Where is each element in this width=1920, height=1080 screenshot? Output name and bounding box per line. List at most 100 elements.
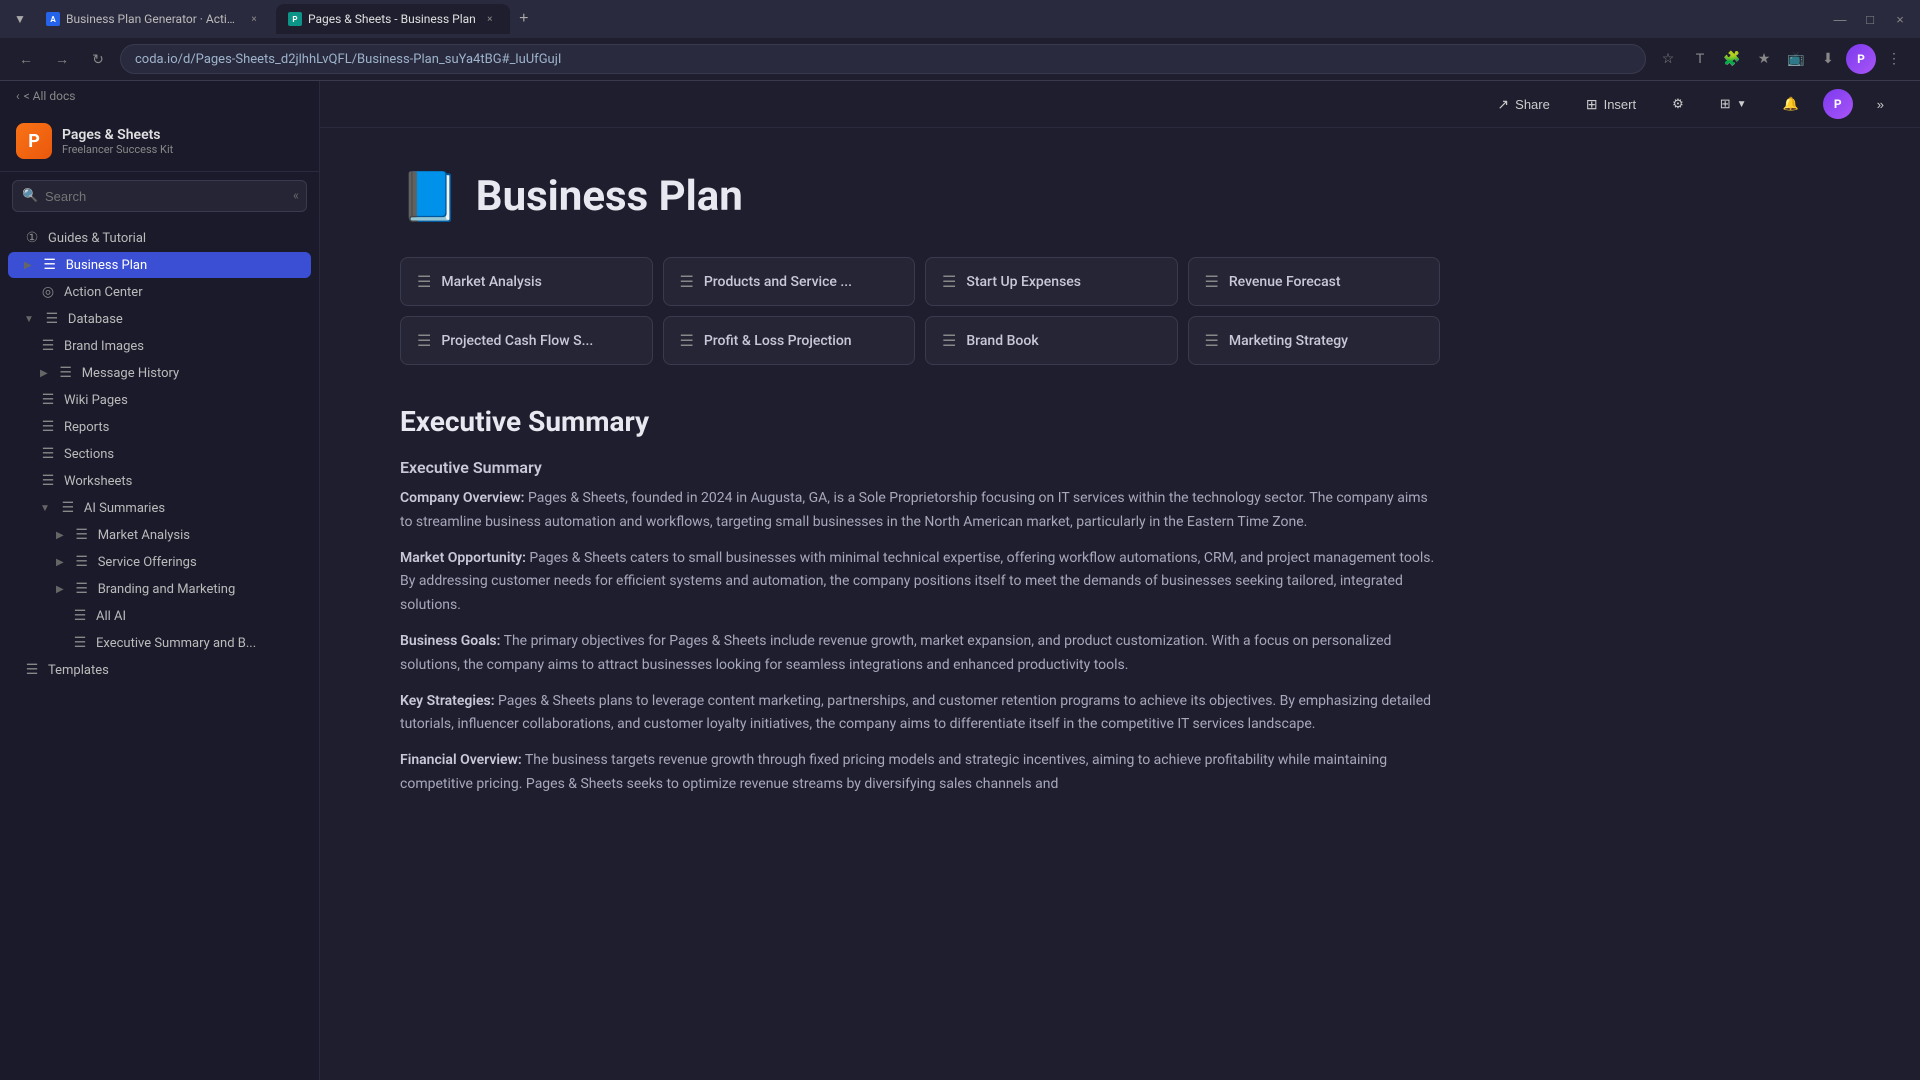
sidebar-header: P Pages & Sheets Freelancer Success Kit <box>0 111 319 172</box>
database-label: Database <box>68 312 295 327</box>
sidebar-item-message-history[interactable]: ▶ ☰ Message History <box>8 360 311 386</box>
templates-label: Templates <box>48 663 295 678</box>
tab-2-favicon: P <box>288 12 302 26</box>
collapse-sidebar-button[interactable]: » <box>1865 92 1896 117</box>
card-marketing-strategy[interactable]: ☰ Marketing Strategy <box>1188 316 1441 365</box>
card-revenue-forecast-label: Revenue Forecast <box>1229 274 1341 290</box>
sidebar-item-ai-summaries[interactable]: ▼ ☰ AI Summaries <box>8 495 311 521</box>
card-market-analysis[interactable]: ☰ Market Analysis <box>400 257 653 306</box>
search-input[interactable] <box>12 180 307 212</box>
business-plan-icon: ☰ <box>42 257 58 273</box>
card-marketing-strategy-label: Marketing Strategy <box>1229 333 1348 349</box>
para-company-overview-text: Pages & Sheets, founded in 2024 in Augus… <box>400 490 1428 530</box>
card-startup-expenses[interactable]: ☰ Start Up Expenses <box>925 257 1178 306</box>
branding-expand-icon: ▶ <box>56 584 64 595</box>
worksheets-label: Worksheets <box>64 474 295 489</box>
bell-button[interactable]: 🔔 <box>1771 91 1811 117</box>
service-offerings-expand-icon: ▶ <box>56 557 64 568</box>
reports-label: Reports <box>64 420 295 435</box>
address-bar: ← → ↻ coda.io/d/Pages-Sheets_d2jlhhLvQFL… <box>0 38 1920 80</box>
top-bar: ↗ Share ⊞ Insert ⚙ ⊞ ▼ 🔔 P » <box>320 81 1920 128</box>
business-plan-expand-icon: ▶ <box>24 260 32 271</box>
bookmark-icon[interactable]: ☆ <box>1654 44 1682 72</box>
cast-icon[interactable]: 📺 <box>1782 44 1810 72</box>
card-brand-book-icon: ☰ <box>942 331 956 350</box>
card-cash-flow-label: Projected Cash Flow S... <box>441 333 593 349</box>
sidebar-item-database[interactable]: ▼ ☰ Database <box>8 306 311 332</box>
new-tab-button[interactable]: + <box>512 7 536 31</box>
search-icon: 🔍 <box>22 189 38 204</box>
refresh-button[interactable]: ↻ <box>84 45 112 73</box>
card-brand-book[interactable]: ☰ Brand Book <box>925 316 1178 365</box>
minimize-button[interactable]: — <box>1828 7 1852 31</box>
layout-button[interactable]: ⊞ ▼ <box>1708 91 1759 117</box>
card-products-service[interactable]: ☰ Products and Service ... <box>663 257 916 306</box>
market-analysis-expand-icon: ▶ <box>56 530 64 541</box>
page-emoji: 📘 <box>400 168 460 225</box>
card-revenue-forecast[interactable]: ☰ Revenue Forecast <box>1188 257 1441 306</box>
browser-chrome: ▼ A Business Plan Generator · Actio... ×… <box>0 0 1920 81</box>
sidebar-item-business-plan[interactable]: ▶ ☰ Business Plan <box>8 252 311 278</box>
star-icon[interactable]: ★ <box>1750 44 1778 72</box>
back-to-all-docs[interactable]: ‹ < All docs <box>0 81 319 111</box>
extensions-icon[interactable]: 🧩 <box>1718 44 1746 72</box>
sidebar-item-reports[interactable]: ☰ Reports <box>8 414 311 440</box>
branding-icon: ☰ <box>74 581 90 597</box>
tab-1[interactable]: A Business Plan Generator · Actio... × <box>34 4 274 34</box>
sections-label: Sections <box>64 447 295 462</box>
back-arrow-icon: ‹ <box>16 89 20 103</box>
user-avatar[interactable]: P <box>1823 89 1853 119</box>
url-bar[interactable]: coda.io/d/Pages-Sheets_d2jlhhLvQFL/Busin… <box>120 44 1646 74</box>
forward-button[interactable]: → <box>48 45 76 73</box>
insert-button[interactable]: ⊞ Insert <box>1574 91 1648 118</box>
tab-1-favicon: A <box>46 12 60 26</box>
para-key-strategies: Key Strategies: Pages & Sheets plans to … <box>400 690 1440 738</box>
para-key-strategies-text: Pages & Sheets plans to leverage content… <box>400 693 1431 733</box>
sidebar-item-service-offerings[interactable]: ▶ ☰ Service Offerings <box>8 549 311 575</box>
sidebar-item-branding-marketing[interactable]: ▶ ☰ Branding and Marketing <box>8 576 311 602</box>
para-key-strategies-label: Key Strategies: <box>400 693 495 709</box>
sidebar-item-action-center[interactable]: ◎ Action Center <box>8 279 311 305</box>
sidebar-item-wiki-pages[interactable]: ☰ Wiki Pages <box>8 387 311 413</box>
reports-icon: ☰ <box>40 419 56 435</box>
sidebar-item-executive-summary[interactable]: ☰ Executive Summary and B... <box>8 630 311 656</box>
worksheets-icon: ☰ <box>40 473 56 489</box>
tab-2-close[interactable]: × <box>482 11 498 27</box>
tab-bar: ▼ A Business Plan Generator · Actio... ×… <box>0 0 1920 38</box>
sidebar-item-templates[interactable]: ☰ Templates <box>8 657 311 683</box>
all-ai-label: All AI <box>96 609 295 624</box>
search-collapse-icon[interactable]: « <box>293 189 299 204</box>
sidebar-item-brand-images[interactable]: ☰ Brand Images <box>8 333 311 359</box>
sidebar-item-market-analysis[interactable]: ▶ ☰ Market Analysis <box>8 522 311 548</box>
page-title-row: 📘 Business Plan <box>400 168 1440 225</box>
sidebar-item-guides[interactable]: ① Guides & Tutorial <box>8 225 311 251</box>
card-profit-loss[interactable]: ☰ Profit & Loss Projection <box>663 316 916 365</box>
branding-label: Branding and Marketing <box>98 582 295 597</box>
action-center-icon: ◎ <box>40 284 56 300</box>
card-products-service-icon: ☰ <box>680 272 694 291</box>
menu-icon[interactable]: ⋮ <box>1880 44 1908 72</box>
maximize-button[interactable]: □ <box>1858 7 1882 31</box>
settings-icon: ⚙ <box>1672 96 1684 112</box>
back-button[interactable]: ← <box>12 45 40 73</box>
message-history-expand-icon: ▶ <box>40 368 48 379</box>
para-company-overview: Company Overview: Pages & Sheets, founde… <box>400 487 1440 535</box>
executive-summary-section: Executive Summary Executive Summary Comp… <box>400 405 1440 797</box>
tab-1-close[interactable]: × <box>246 11 262 27</box>
browser-actions: ☆ T 🧩 ★ 📺 ⬇ P ⋮ <box>1654 44 1908 74</box>
para-market-opportunity-label: Market Opportunity: <box>400 550 526 566</box>
settings-button[interactable]: ⚙ <box>1660 91 1696 117</box>
download-icon[interactable]: ⬇ <box>1814 44 1842 72</box>
card-cash-flow[interactable]: ☰ Projected Cash Flow S... <box>400 316 653 365</box>
sidebar-item-all-ai[interactable]: ☰ All AI <box>8 603 311 629</box>
tab-group-button[interactable]: ▼ <box>8 7 32 31</box>
tab-2[interactable]: P Pages & Sheets - Business Plan × <box>276 4 510 34</box>
page-title: Business Plan <box>476 172 743 221</box>
translate-icon[interactable]: T <box>1686 44 1714 72</box>
sidebar-item-worksheets[interactable]: ☰ Worksheets <box>8 468 311 494</box>
sidebar-item-sections[interactable]: ☰ Sections <box>8 441 311 467</box>
profile-avatar[interactable]: P <box>1846 44 1876 74</box>
brand-images-icon: ☰ <box>40 338 56 354</box>
close-button[interactable]: × <box>1888 7 1912 31</box>
share-button[interactable]: ↗ Share <box>1485 91 1561 118</box>
